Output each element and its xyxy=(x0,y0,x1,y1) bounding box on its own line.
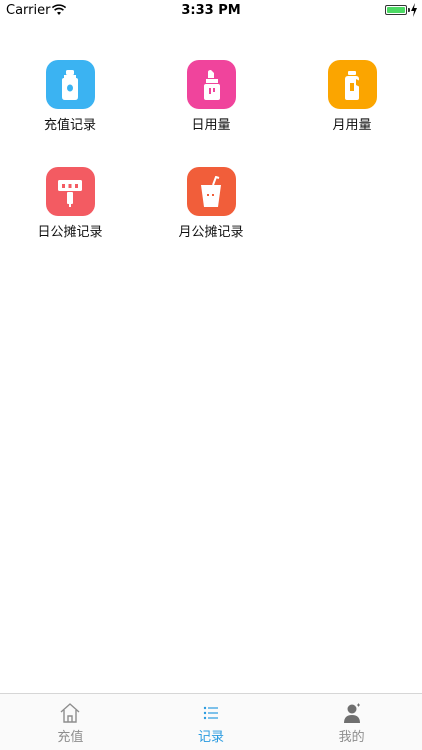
tab-recharge[interactable]: 充值 xyxy=(0,694,141,750)
battery-icon xyxy=(385,5,407,15)
lipstick-bottle-icon xyxy=(204,69,220,100)
grid-item-monthly-usage[interactable]: 月用量 xyxy=(282,60,422,133)
charging-bolt-icon xyxy=(411,3,417,17)
grid-item-daily-shared-records[interactable]: 日公摊记录 xyxy=(0,167,140,240)
status-time: 3:33 PM xyxy=(181,3,241,18)
grid-item-label: 日公摊记录 xyxy=(37,225,103,240)
grid-item-label: 月用量 xyxy=(332,118,372,133)
tile xyxy=(45,167,95,216)
tile xyxy=(186,60,236,109)
tile xyxy=(327,60,377,109)
tile xyxy=(186,167,236,216)
tile xyxy=(45,60,95,109)
grid-item-recharge-records[interactable]: 充值记录 xyxy=(0,60,140,133)
power-strip-icon xyxy=(58,179,82,207)
list-icon xyxy=(203,706,218,720)
grid-item-monthly-shared-records[interactable]: 月公摊记录 xyxy=(141,167,281,240)
grid-item-label: 日用量 xyxy=(191,118,231,133)
detergent-jug-icon xyxy=(345,70,360,100)
tab-bar: 充值 记录 我的 xyxy=(0,693,422,750)
tab-label: 充值 xyxy=(57,730,84,745)
baby-bottle-icon xyxy=(62,69,78,100)
home-icon xyxy=(60,703,80,723)
battery-fill xyxy=(387,7,405,13)
tab-label: 我的 xyxy=(338,730,365,745)
grid-item-label: 月公摊记录 xyxy=(178,225,244,240)
tab-label: 记录 xyxy=(198,730,225,745)
user-icon xyxy=(343,703,360,723)
status-bar: Carrier 3:33 PM xyxy=(0,0,422,22)
tab-mine[interactable]: 我的 xyxy=(281,694,422,750)
grid-item-daily-usage[interactable]: 日用量 xyxy=(141,60,281,133)
grid-item-label: 充值记录 xyxy=(43,118,96,133)
tab-records[interactable]: 记录 xyxy=(141,694,282,750)
cup-with-straw-icon xyxy=(201,175,221,207)
